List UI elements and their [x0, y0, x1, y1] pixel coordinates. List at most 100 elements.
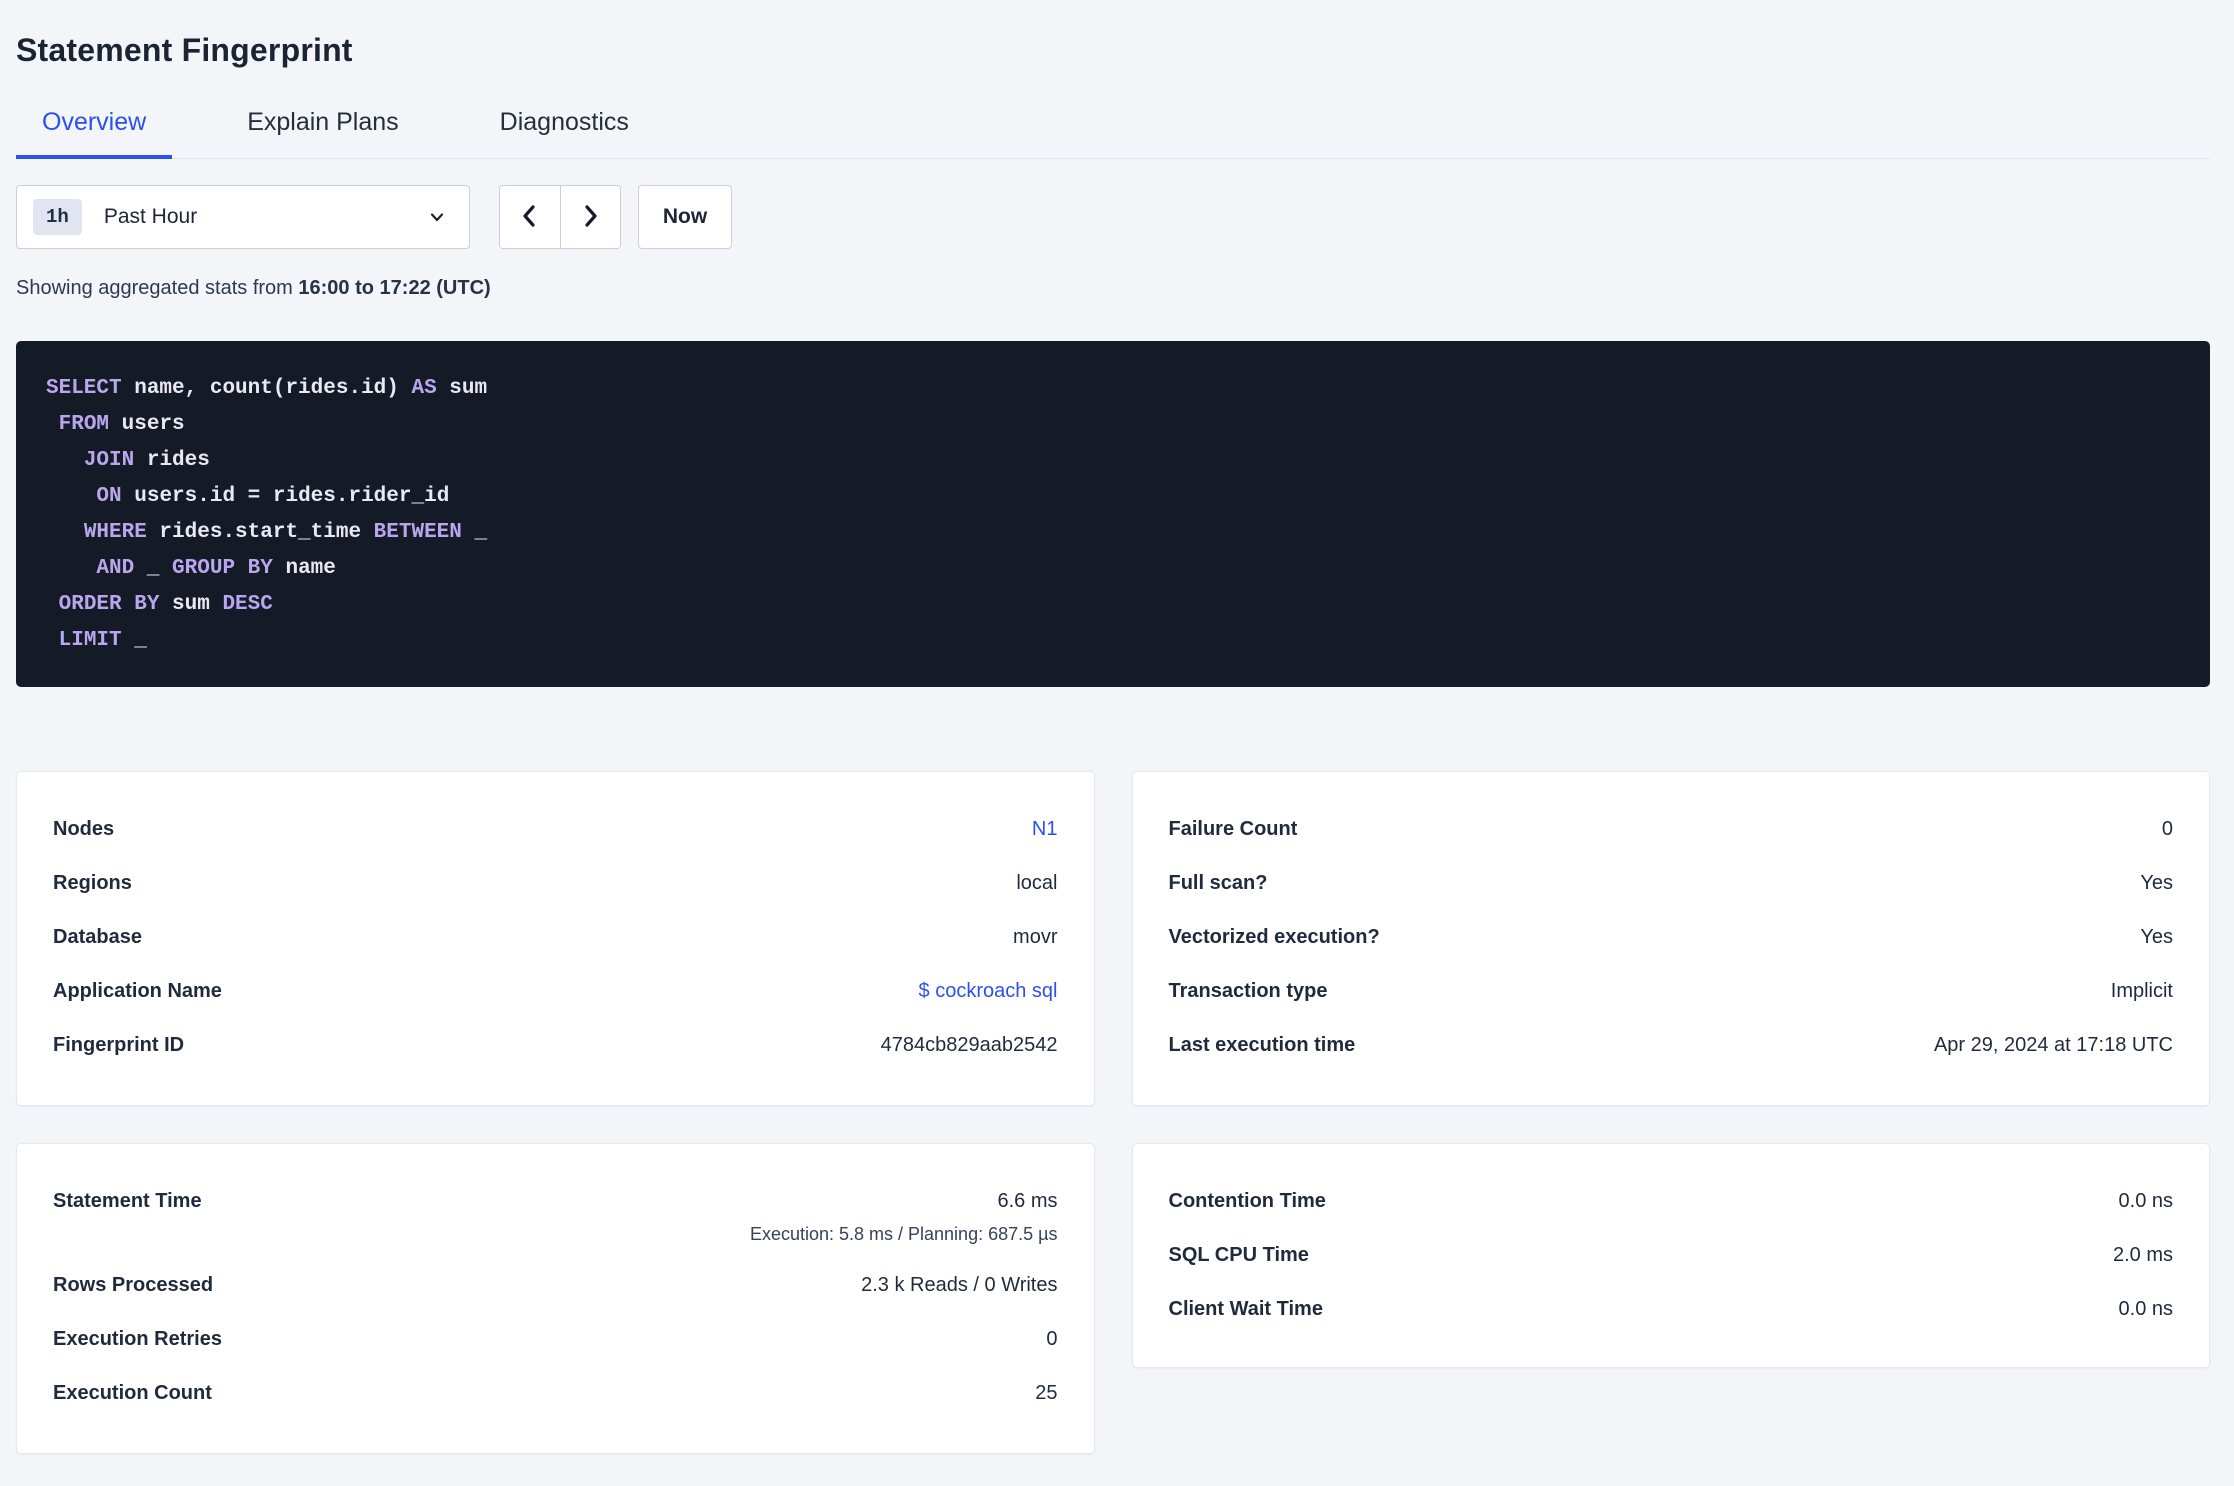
time-window-arrows: [499, 185, 621, 249]
stat-value: 0.0 ns: [2118, 1297, 2173, 1320]
now-button[interactable]: Now: [638, 185, 732, 249]
stat-label: Last execution time: [1168, 1033, 1356, 1056]
stat-row: Application Name $ cockroach sql: [53, 964, 1058, 1018]
chevron-left-icon: [517, 203, 543, 232]
stat-value: 2.3 k Reads / 0 Writes: [861, 1273, 1058, 1296]
stat-row: Full scan? Yes: [1169, 856, 2174, 910]
stat-row: SQL CPU Time 2.0 ms: [1169, 1228, 2174, 1282]
sql-keyword: BETWEEN: [373, 521, 462, 544]
stats-cards-row: Statement Time 6.6 ms Execution: 5.8 ms / …: [16, 1143, 2210, 1454]
sql-line: FROM users: [46, 407, 2180, 443]
sql-keyword: AND: [96, 557, 135, 580]
stat-label: Nodes: [53, 817, 115, 840]
stat-label: Failure Count: [1168, 817, 1298, 840]
stat-label: Full scan?: [1168, 871, 1268, 894]
sql-line: SELECT name, count(rides.id) AS sum: [46, 371, 2180, 407]
stat-value: Yes: [2140, 925, 2173, 948]
sql-line: ORDER BY sum DESC: [46, 587, 2180, 623]
stat-row: Vectorized execution? Yes: [1169, 910, 2174, 964]
sql-line: AND _ GROUP BY name: [46, 551, 2180, 587]
next-time-window-button[interactable]: [559, 186, 620, 248]
stat-label: Client Wait Time: [1168, 1297, 1323, 1320]
stat-label: Regions: [53, 871, 132, 894]
sql-identifier: rides.start_time: [146, 521, 374, 544]
stat-value: 6.6 ms: [997, 1190, 1058, 1212]
sql-keyword: ON: [96, 485, 122, 508]
sql-identifier: _: [134, 557, 173, 580]
stat-label: Contention Time: [1168, 1189, 1326, 1212]
sql-identifier: users.id = rides.rider_id: [121, 485, 450, 508]
time-stats-card: Contention Time 0.0 ns SQL CPU Time 2.0 ms C…: [1131, 1143, 2210, 1368]
stat-row: Regions local: [53, 856, 1058, 910]
time-range-label: Past Hour: [103, 205, 198, 228]
sql-identifier: sum: [436, 377, 488, 400]
stat-value: local: [1016, 871, 1058, 894]
stat-value: Apr 29, 2024 at 17:18 UTC: [1933, 1033, 2173, 1056]
sql-identifier: [46, 557, 96, 580]
stat-value-link[interactable]: N1: [1032, 818, 1058, 841]
tab-diagnostics[interactable]: Diagnostics: [474, 110, 655, 159]
aggregated-stats-line: Showing aggregated stats from 16:00 to 1…: [16, 277, 2210, 300]
stat-row: Database movr: [53, 910, 1058, 964]
sql-keyword: FROM: [58, 413, 110, 436]
sql-keyword: DESC: [222, 593, 273, 616]
stat-value: movr: [1013, 925, 1058, 948]
sql-identifier: [46, 629, 59, 652]
sql-keyword: GROUP BY: [172, 557, 273, 580]
stat-value-link[interactable]: $ cockroach sql: [919, 980, 1058, 1003]
stat-value: 0.0 ns: [2118, 1189, 2173, 1212]
stat-label: Application Name: [53, 979, 222, 1002]
sql-line: LIMIT _: [46, 623, 2180, 659]
sql-keyword: WHERE: [83, 521, 147, 544]
sql-identifier: sum: [159, 593, 223, 616]
sql-identifier: users: [109, 413, 185, 436]
sql-line: WHERE rides.start_time BETWEEN _: [46, 515, 2180, 551]
stat-value: 0: [1046, 1327, 1058, 1350]
sql-keyword: JOIN: [83, 449, 135, 472]
statement-fingerprint-page: Statement Fingerprint Overview Explain P…: [0, 28, 2234, 1454]
stat-row: Statement Time 6.6 ms Execution: 5.8 ms / …: [53, 1174, 1058, 1258]
stat-label: Fingerprint ID: [53, 1033, 185, 1056]
stat-label: Vectorized execution?: [1168, 925, 1380, 948]
chevron-right-icon: [577, 203, 603, 232]
stat-value: 25: [1035, 1381, 1058, 1404]
stat-row: Failure Count 0: [1169, 802, 2174, 856]
stat-row: Execution Count 25: [53, 1366, 1058, 1420]
stat-label: Database: [53, 925, 142, 948]
sql-identifier: [46, 413, 59, 436]
sql-keyword: ORDER BY: [58, 593, 160, 616]
sql-identifier: [46, 485, 96, 508]
previous-time-window-button[interactable]: [500, 186, 560, 248]
sql-identifier: [46, 521, 84, 544]
stat-row: Nodes N1: [53, 802, 1058, 856]
chevron-down-icon: [427, 207, 447, 227]
stat-value: Implicit: [2110, 979, 2173, 1002]
stat-value-stack: 6.6 ms Execution: 5.8 ms / Planning: 687.…: [750, 1174, 1058, 1246]
stat-row: Execution Retries 0: [53, 1312, 1058, 1366]
tab-overview[interactable]: Overview: [16, 110, 173, 159]
aggregated-stats-prefix: Showing aggregated stats from: [16, 277, 299, 299]
execution-attributes-card: Failure Count 0 Full scan? Yes Vectorized ex…: [1131, 771, 2210, 1106]
time-range-dropdown[interactable]: 1h Past Hour: [16, 185, 470, 249]
stat-value: 4784cb829aab2542: [880, 1033, 1058, 1056]
sql-keyword: LIMIT: [58, 629, 122, 652]
stat-row: Fingerprint ID 4784cb829aab2542: [53, 1018, 1058, 1072]
tab-explain-plans[interactable]: Explain Plans: [221, 110, 424, 159]
sql-keyword: AS: [411, 377, 437, 400]
details-cards-row: Nodes N1 Regions local Database movr Applicati…: [16, 771, 2210, 1106]
sql-line: ON users.id = rides.rider_id: [46, 479, 2180, 515]
statement-stats-card: Statement Time 6.6 ms Execution: 5.8 ms / …: [16, 1143, 1095, 1454]
sql-identifier: _: [461, 521, 488, 544]
sql-statement-box: SELECT name, count(rides.id) AS sum FROM…: [16, 341, 2210, 687]
stat-value: Yes: [2140, 871, 2173, 894]
sql-identifier: rides: [134, 449, 210, 472]
tab-bar: Overview Explain Plans Diagnostics: [16, 110, 2210, 159]
stat-row: Last execution time Apr 29, 2024 at 17:18…: [1169, 1018, 2174, 1072]
page-title: Statement Fingerprint: [16, 32, 353, 68]
stat-label: Execution Count: [53, 1381, 212, 1404]
stat-label: Statement Time: [53, 1190, 202, 1212]
time-picker-row: 1h Past Hour Now: [16, 185, 2210, 249]
sql-line: JOIN rides: [46, 443, 2180, 479]
statement-details-card: Nodes N1 Regions local Database movr Applicati…: [16, 771, 1095, 1106]
stat-value: 0: [2161, 817, 2173, 840]
